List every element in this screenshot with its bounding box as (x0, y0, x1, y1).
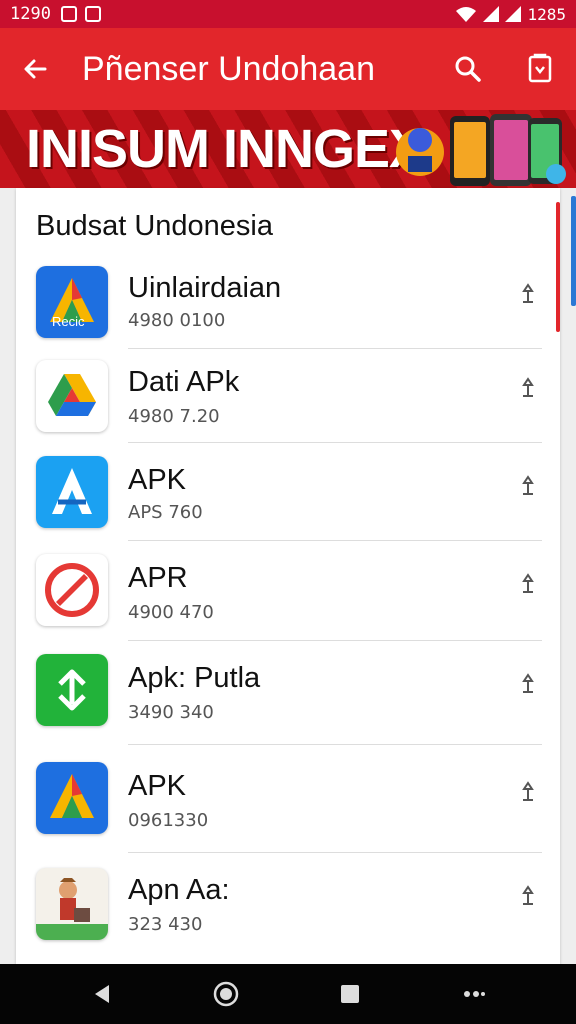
nav-home-icon (213, 981, 239, 1007)
wifi-icon (456, 7, 477, 22)
app-name: Apn Aa: (128, 874, 230, 906)
app-meta: 4900 470 (128, 602, 214, 623)
status-time: 1290 (10, 4, 51, 24)
app-name: Dati APk (128, 366, 240, 398)
banner-text: INISUM INNGEX (26, 119, 425, 179)
app-bar: Pñenser Undohaan (0, 28, 576, 110)
app-meta: 323 430 (128, 914, 203, 935)
page-scrollbar[interactable] (571, 196, 576, 306)
download-button[interactable] (504, 28, 576, 110)
app-meta: 4980 0100 (128, 310, 226, 331)
list-item[interactable]: APK 0961330 (16, 748, 560, 853)
app-icon-label: Recic (52, 314, 85, 329)
pin-icon[interactable] (516, 884, 540, 908)
app-list-card: Budsat Undonesia Recic Uinlairdaian 4980… (16, 188, 560, 964)
app-meta: APS 760 (128, 502, 203, 523)
nav-back-button[interactable] (72, 964, 132, 1024)
green-refresh-icon (36, 654, 108, 726)
page-title: Pñenser Undohaan (82, 49, 376, 88)
search-icon (455, 56, 481, 82)
nav-home-button[interactable] (196, 964, 256, 1024)
back-button[interactable] (0, 28, 70, 110)
nav-recents-button[interactable] (320, 964, 380, 1024)
app-name: APR (128, 562, 188, 594)
banner-phones-illustration-icon (396, 114, 566, 186)
notification-icon (60, 6, 77, 22)
list-item[interactable]: Apk: Putla 3490 340 (16, 644, 560, 745)
pin-icon[interactable] (516, 376, 540, 400)
battery-text: 1285 (527, 4, 566, 24)
list-item[interactable]: APR 4900 470 (16, 544, 560, 642)
list-item[interactable]: Apn Aa: 323 430 (16, 856, 560, 960)
divider (128, 640, 542, 641)
list-item[interactable]: Recic Uinlairdaian 4980 0100 (16, 258, 560, 349)
divider (128, 348, 542, 349)
app-name: APK (128, 464, 187, 496)
search-button[interactable] (432, 28, 504, 110)
system-nav-bar (0, 964, 576, 1024)
list-item[interactable]: Dati APk 4980 7.20 (16, 352, 560, 444)
promo-banner[interactable]: INISUM INNGEX (0, 110, 576, 188)
divider (128, 540, 542, 541)
app-meta: 0961330 (128, 810, 209, 831)
character-game-icon (36, 868, 108, 940)
nav-more-icon (464, 991, 485, 997)
pin-icon[interactable] (516, 282, 540, 306)
pin-icon[interactable] (516, 672, 540, 696)
drive-triangle-icon (36, 360, 108, 432)
pin-icon[interactable] (516, 572, 540, 596)
nav-back-icon (95, 985, 109, 1003)
divider (128, 744, 542, 745)
app-meta: 4980 7.20 (128, 406, 220, 427)
apk-a-icon: Recic (36, 266, 108, 338)
nav-more-button[interactable] (444, 964, 504, 1024)
section-title: Budsat Undonesia (36, 210, 273, 242)
pin-icon[interactable] (516, 780, 540, 804)
store-a-icon (36, 456, 108, 528)
divider (128, 442, 542, 443)
red-circle-icon (36, 554, 108, 626)
back-arrow-icon (24, 59, 47, 79)
nav-recents-icon (341, 985, 359, 1003)
bookmark-download-icon (528, 53, 552, 83)
list-item[interactable]: APK APS 760 (16, 448, 560, 542)
signal-icon (483, 6, 500, 22)
status-bar: 1290 1285 (0, 0, 576, 28)
app-name: APK (128, 770, 187, 802)
pin-icon[interactable] (516, 474, 540, 498)
app-name: Apk: Putla (128, 662, 261, 694)
app-name: Uinlairdaian (128, 272, 282, 304)
app-meta: 3490 340 (128, 702, 214, 723)
message-icon (84, 6, 101, 22)
divider (128, 852, 542, 853)
apk-a-blue-icon (36, 762, 108, 834)
signal-2-icon (505, 6, 522, 22)
